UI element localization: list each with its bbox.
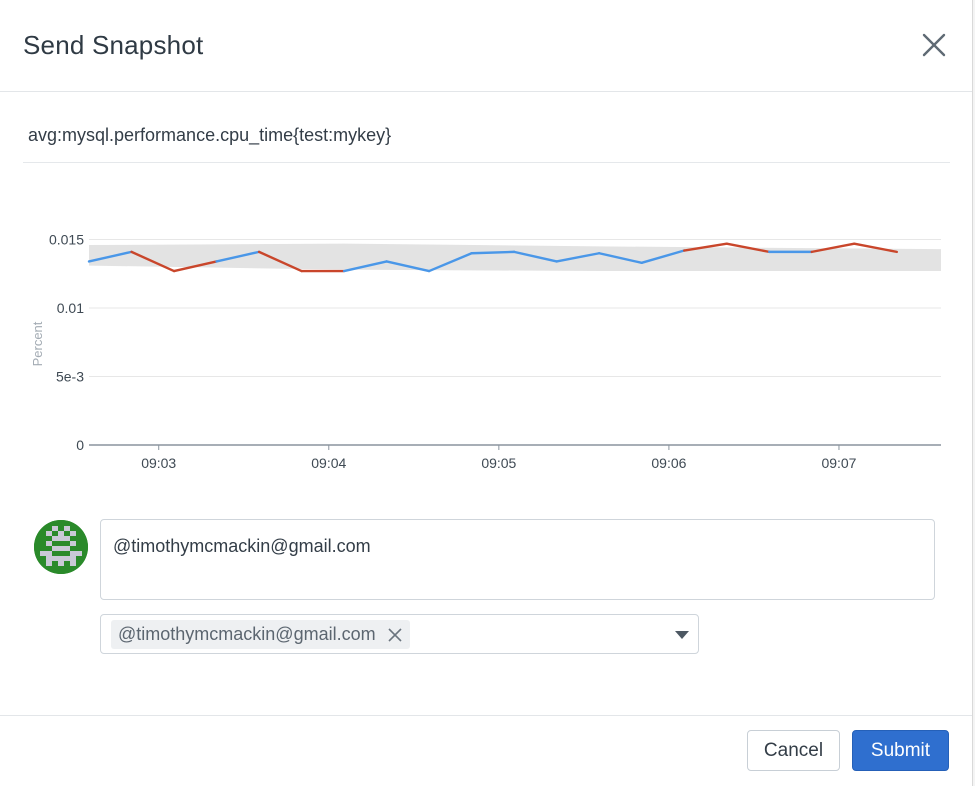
user-avatar [34, 520, 88, 574]
y-tick-label: 0.01 [57, 300, 84, 316]
series-line-segment [470, 250, 516, 255]
recipients-select[interactable]: @timothymcmackin@gmail.com [100, 614, 699, 654]
send-snapshot-modal: Send Snapshot avg:mysql.performance.cpu_… [0, 0, 973, 786]
modal-title: Send Snapshot [23, 30, 204, 60]
recipient-chip: @timothymcmackin@gmail.com [111, 620, 410, 649]
cancel-button[interactable]: Cancel [747, 730, 840, 771]
x-tick-label: 09:03 [141, 455, 176, 471]
chevron-down-icon[interactable] [674, 629, 690, 641]
avatar-pattern-icon [34, 520, 88, 574]
anomaly-band [89, 243, 941, 272]
y-tick-label: 5e-3 [56, 369, 84, 385]
y-axis-label: Percent [30, 321, 45, 366]
x-tick-label: 09:06 [651, 455, 686, 471]
modal-header: Send Snapshot [0, 0, 973, 92]
remove-recipient-icon[interactable] [386, 626, 404, 644]
y-tick-label: 0 [76, 437, 84, 453]
recipient-chip-label: @timothymcmackin@gmail.com [118, 624, 376, 644]
timeseries-chart: 0 5e-3 0.01 0.015 09:03 09:04 09:05 09:06 09:07 P… [30, 232, 941, 471]
close-icon[interactable] [918, 29, 950, 61]
comment-input[interactable]: @timothymcmackin@gmail.com [100, 519, 935, 600]
x-tick-label: 09:05 [481, 455, 516, 471]
submit-button[interactable]: Submit [852, 730, 949, 771]
modal-footer: Cancel Submit [0, 715, 973, 787]
metric-query: avg:mysql.performance.cpu_time{test:myke… [28, 125, 392, 145]
y-tick-label: 0.015 [49, 232, 84, 248]
x-tick-label: 09:04 [311, 455, 346, 471]
divider [23, 162, 950, 163]
x-tick-label: 09:07 [821, 455, 856, 471]
